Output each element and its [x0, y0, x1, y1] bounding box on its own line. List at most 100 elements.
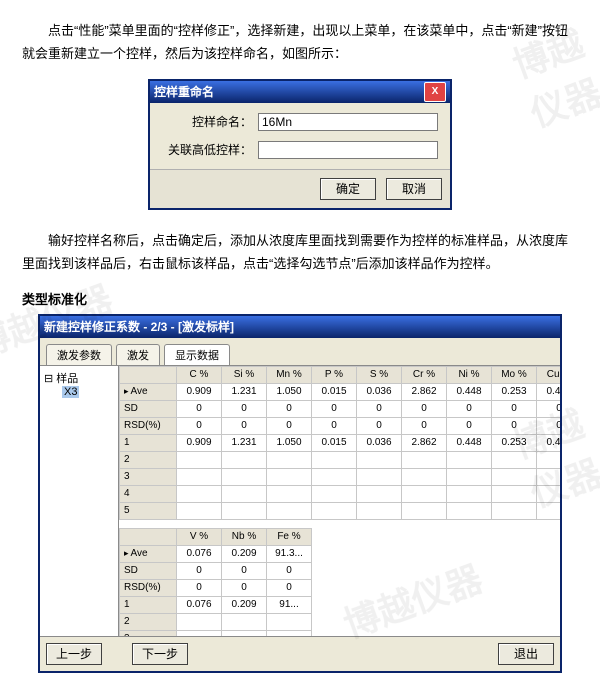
grid-cell[interactable]	[267, 468, 312, 485]
grid-cell[interactable]: 0	[447, 400, 492, 417]
grid-cell[interactable]: 0	[267, 562, 312, 579]
grid-cell[interactable]: 0	[357, 417, 402, 434]
grid-cell[interactable]: 0	[447, 417, 492, 434]
grid-cell[interactable]: 0	[492, 417, 537, 434]
grid-cell[interactable]: 0.253	[492, 434, 537, 451]
grid-cell[interactable]	[177, 502, 222, 519]
grid-cell[interactable]: 0	[222, 400, 267, 417]
grid-cell[interactable]: 0.425	[537, 434, 561, 451]
grid-cell[interactable]: 1.050	[267, 383, 312, 400]
grid-cell[interactable]: 0	[267, 417, 312, 434]
exit-button[interactable]: 退出	[498, 643, 554, 665]
tree-root[interactable]: ⊟ 样品	[44, 370, 114, 386]
grid-cell[interactable]: 0	[312, 400, 357, 417]
grid-cell[interactable]	[312, 502, 357, 519]
grid-cell[interactable]: 2.862	[402, 383, 447, 400]
data-grid-area[interactable]: C %Si %Mn %P %S %Cr %Ni %Mo %Cu %Ti %Ave…	[119, 366, 560, 636]
grid-cell[interactable]	[447, 451, 492, 468]
grid-cell[interactable]	[177, 468, 222, 485]
grid-cell[interactable]	[402, 468, 447, 485]
grid-cell[interactable]	[267, 630, 312, 636]
grid-cell[interactable]: 0.209	[222, 545, 267, 562]
grid-cell[interactable]: 0	[222, 562, 267, 579]
grid-cell[interactable]: 1.050	[267, 434, 312, 451]
tab-fire[interactable]: 激发	[116, 344, 160, 365]
grid-cell[interactable]: 91.3...	[267, 545, 312, 562]
grid-cell[interactable]: 0	[267, 400, 312, 417]
grid-cell[interactable]	[222, 502, 267, 519]
ok-button[interactable]: 确定	[320, 178, 376, 200]
grid-cell[interactable]	[177, 451, 222, 468]
grid-cell[interactable]: 0	[357, 400, 402, 417]
grid-cell[interactable]	[402, 502, 447, 519]
grid-cell[interactable]	[177, 613, 222, 630]
grid-cell[interactable]: 0	[177, 400, 222, 417]
grid-cell[interactable]	[312, 451, 357, 468]
tab-params[interactable]: 激发参数	[46, 344, 112, 365]
grid-cell[interactable]	[537, 485, 561, 502]
grid-cell[interactable]: 0	[222, 579, 267, 596]
grid-cell[interactable]	[492, 485, 537, 502]
grid-cell[interactable]	[402, 451, 447, 468]
grid-cell[interactable]	[177, 485, 222, 502]
grid-cell[interactable]: 0	[222, 417, 267, 434]
grid-cell[interactable]: 0.015	[312, 383, 357, 400]
grid-cell[interactable]	[357, 502, 402, 519]
grid-cell[interactable]	[492, 502, 537, 519]
grid-cell[interactable]: 0	[402, 417, 447, 434]
grid-cell[interactable]: 1.231	[222, 383, 267, 400]
grid-cell[interactable]: 0	[537, 417, 561, 434]
grid-cell[interactable]	[537, 468, 561, 485]
grid-cell[interactable]: 2.862	[402, 434, 447, 451]
grid-cell[interactable]: 0	[177, 417, 222, 434]
grid-cell[interactable]: 0.076	[177, 596, 222, 613]
grid-cell[interactable]	[312, 485, 357, 502]
grid-cell[interactable]	[357, 468, 402, 485]
grid-cell[interactable]	[177, 630, 222, 636]
grid-cell[interactable]	[222, 630, 267, 636]
grid-cell[interactable]	[447, 485, 492, 502]
grid-cell[interactable]	[447, 502, 492, 519]
grid-cell[interactable]: 0.036	[357, 383, 402, 400]
tree-leaf[interactable]: X3	[44, 386, 114, 398]
grid-cell[interactable]	[357, 485, 402, 502]
grid-cell[interactable]: 0	[177, 562, 222, 579]
prev-button[interactable]: 上一步	[46, 643, 102, 665]
grid-cell[interactable]: 0.253	[492, 383, 537, 400]
grid-cell[interactable]: 0	[537, 400, 561, 417]
grid-cell[interactable]	[222, 613, 267, 630]
close-icon[interactable]: X	[424, 82, 446, 102]
grid-cell[interactable]	[492, 468, 537, 485]
tab-data[interactable]: 显示数据	[164, 344, 230, 365]
grid-cell[interactable]	[402, 485, 447, 502]
grid-cell[interactable]: 0.909	[177, 383, 222, 400]
grid-cell[interactable]: 0	[492, 400, 537, 417]
grid-cell[interactable]	[537, 451, 561, 468]
cancel-button[interactable]: 取消	[386, 178, 442, 200]
grid-cell[interactable]	[222, 468, 267, 485]
grid-cell[interactable]: 0	[177, 579, 222, 596]
grid-cell[interactable]: 0	[312, 417, 357, 434]
tree-toggle-icon[interactable]: ⊟	[44, 373, 53, 385]
grid-cell[interactable]	[222, 485, 267, 502]
link-input[interactable]	[258, 141, 438, 159]
grid-cell[interactable]	[222, 451, 267, 468]
grid-cell[interactable]	[267, 502, 312, 519]
grid-cell[interactable]: 0.209	[222, 596, 267, 613]
grid-cell[interactable]	[267, 485, 312, 502]
grid-cell[interactable]: 0.425	[537, 383, 561, 400]
grid-cell[interactable]: 0.448	[447, 383, 492, 400]
grid-cell[interactable]	[447, 468, 492, 485]
grid-cell[interactable]	[267, 451, 312, 468]
next-button[interactable]: 下一步	[132, 643, 188, 665]
grid-cell[interactable]	[267, 613, 312, 630]
grid-cell[interactable]	[537, 502, 561, 519]
grid-cell[interactable]: 1.231	[222, 434, 267, 451]
grid-cell[interactable]	[492, 451, 537, 468]
dialog-titlebar[interactable]: 控样重命名 X	[150, 81, 450, 103]
grid-cell[interactable]: 0	[402, 400, 447, 417]
grid-cell[interactable]: 0.448	[447, 434, 492, 451]
grid-cell[interactable]: 91...	[267, 596, 312, 613]
grid-cell[interactable]: 0.036	[357, 434, 402, 451]
grid-cell[interactable]	[312, 468, 357, 485]
